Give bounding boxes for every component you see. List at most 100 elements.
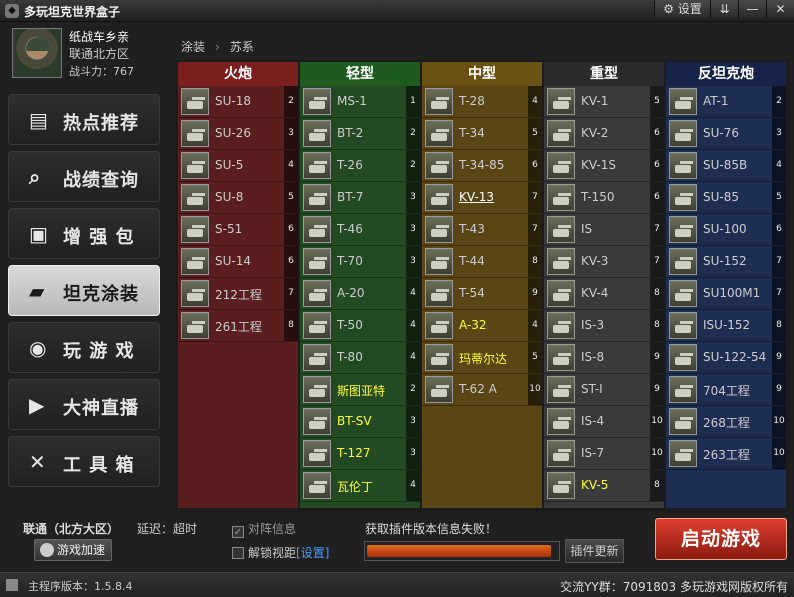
tank-thumbnail-icon bbox=[425, 312, 453, 339]
tank-row[interactable]: A-20 4 bbox=[300, 278, 420, 310]
tank-tier-badge: 3 bbox=[284, 118, 298, 149]
tank-row[interactable]: KV-1S 6 bbox=[544, 150, 664, 182]
launch-game-button[interactable]: 启动游戏 bbox=[655, 518, 787, 560]
minimize-button[interactable]: — bbox=[738, 0, 766, 18]
checkbox-box[interactable] bbox=[232, 547, 244, 559]
tank-tier-badge: 4 bbox=[406, 310, 420, 341]
tank-row[interactable]: MS-1 1 bbox=[300, 86, 420, 118]
tank-row[interactable]: IS-4 10 bbox=[544, 406, 664, 438]
tank-row[interactable]: SU-5 4 bbox=[178, 150, 298, 182]
tank-row[interactable]: T-26 2 bbox=[300, 150, 420, 182]
tank-row[interactable]: ISU-152 8 bbox=[666, 310, 786, 342]
tank-name: SU-14 bbox=[215, 254, 251, 268]
plugin-update-button[interactable]: 插件更新 bbox=[565, 539, 624, 563]
tank-row[interactable]: SU-76 3 bbox=[666, 118, 786, 150]
tank-row[interactable]: SU-100 6 bbox=[666, 214, 786, 246]
tank-row[interactable]: 263工程 10 bbox=[666, 438, 786, 470]
tank-row[interactable]: IS-3 8 bbox=[544, 310, 664, 342]
nav-item-0[interactable]: ▤ 热点推荐 bbox=[8, 94, 160, 145]
tank-row[interactable]: T-127 3 bbox=[300, 438, 420, 470]
tank-row[interactable]: IS-7 10 bbox=[544, 438, 664, 470]
nav-item-2[interactable]: ▣ 增 强 包 bbox=[8, 208, 160, 259]
tank-tier-badge: 4 bbox=[406, 470, 420, 501]
tank-row[interactable]: T-50 4 bbox=[300, 310, 420, 342]
tank-row[interactable]: T-54 9 bbox=[422, 278, 542, 310]
avatar[interactable] bbox=[12, 28, 62, 78]
tank-row[interactable]: T-43 7 bbox=[422, 214, 542, 246]
tank-row[interactable]: 瓦伦丁 4 bbox=[300, 470, 420, 502]
tank-row[interactable]: AT-1 2 bbox=[666, 86, 786, 118]
tank-row[interactable]: BT-SV 3 bbox=[300, 406, 420, 438]
tank-tier-badge: 8 bbox=[650, 278, 664, 309]
tank-row[interactable]: T-70 3 bbox=[300, 246, 420, 278]
tank-name: 261工程 bbox=[215, 320, 262, 334]
tank-row[interactable]: T-28 4 bbox=[422, 86, 542, 118]
tank-row[interactable]: IS-8 9 bbox=[544, 342, 664, 374]
column-body: MS-1 1 BT-2 2 T-26 2 BT-7 3 T-46 3 T-70 3 A-20 4 T-50 4… bbox=[300, 86, 420, 508]
nav-item-4[interactable]: ◉ 玩 游 戏 bbox=[8, 322, 160, 373]
tank-row[interactable]: IS 7 bbox=[544, 214, 664, 246]
close-button[interactable]: ✕ bbox=[766, 0, 794, 18]
tank-row[interactable]: KV-1 5 bbox=[544, 86, 664, 118]
tank-row[interactable]: T-62 A 10 bbox=[422, 374, 542, 406]
tank-row[interactable]: T-34-85 6 bbox=[422, 150, 542, 182]
tank-row[interactable]: 704工程 9 bbox=[666, 374, 786, 406]
window-controls: ⚙ 设置 ⇊ — ✕ bbox=[654, 0, 794, 20]
tank-row[interactable]: T-80 4 bbox=[300, 342, 420, 374]
tank-row[interactable]: SU-85B 4 bbox=[666, 150, 786, 182]
search-icon: ⌕ bbox=[29, 165, 41, 189]
app-logo-icon: ◆ bbox=[5, 4, 19, 18]
settings-button[interactable]: ⚙ 设置 bbox=[654, 0, 710, 18]
tank-tier-badge: 7 bbox=[772, 246, 786, 277]
tank-row[interactable]: KV-13 7 bbox=[422, 182, 542, 214]
nav-item-6[interactable]: ✕ 工 具 箱 bbox=[8, 436, 160, 487]
nav-item-3[interactable]: ▰ 坦克涂装 bbox=[8, 265, 160, 316]
tank-row[interactable]: SU-152 7 bbox=[666, 246, 786, 278]
tank-row[interactable]: BT-7 3 bbox=[300, 182, 420, 214]
footer-text: 交流YY群：7091803 多玩游戏网版权所有 bbox=[560, 580, 788, 594]
game-accelerate-button[interactable]: 游戏加速 bbox=[34, 539, 112, 561]
tank-row[interactable]: ST-I 9 bbox=[544, 374, 664, 406]
match-info-checkbox[interactable]: 对阵信息 bbox=[232, 520, 296, 538]
tank-name: SU-85B bbox=[703, 158, 748, 172]
tank-row[interactable]: S-51 6 bbox=[178, 214, 298, 246]
tank-row[interactable]: KV-2 6 bbox=[544, 118, 664, 150]
bottom-bar: 联通（北方大区） 延迟：超时 游戏加速 对阵信息 解锁视距[设置] 获取插件版本… bbox=[0, 512, 794, 572]
tank-row[interactable]: SU-8 5 bbox=[178, 182, 298, 214]
tank-row[interactable]: 212工程 7 bbox=[178, 278, 298, 310]
nav-item-5[interactable]: ▶ 大神直播 bbox=[8, 379, 160, 430]
tank-row[interactable]: T-34 5 bbox=[422, 118, 542, 150]
tank-row[interactable]: A-32 4 bbox=[422, 310, 542, 342]
tank-name: BT-7 bbox=[337, 190, 364, 204]
title-bar: ◆ 多玩坦克世界盒子 ⚙ 设置 ⇊ — ✕ bbox=[0, 0, 794, 22]
unlock-view-settings-link[interactable]: [设置] bbox=[296, 546, 329, 560]
tank-name: IS-7 bbox=[581, 446, 605, 460]
tank-thumbnail-icon bbox=[547, 88, 575, 115]
tank-row[interactable]: SU-26 3 bbox=[178, 118, 298, 150]
checkbox-box[interactable] bbox=[232, 526, 244, 538]
tank-row[interactable]: SU-85 5 bbox=[666, 182, 786, 214]
breadcrumb-root[interactable]: 涂装 bbox=[181, 40, 205, 54]
tank-row[interactable]: KV-3 7 bbox=[544, 246, 664, 278]
tank-thumbnail-icon bbox=[547, 216, 575, 243]
tank-name: SU-122-54 bbox=[703, 350, 767, 364]
tank-row[interactable]: T-46 3 bbox=[300, 214, 420, 246]
nav-item-1[interactable]: ⌕ 战绩查询 bbox=[8, 151, 160, 202]
tank-row[interactable]: KV-5 8 bbox=[544, 470, 664, 502]
tank-row[interactable]: 261工程 8 bbox=[178, 310, 298, 342]
tank-tier-badge: 9 bbox=[650, 374, 664, 405]
tank-row[interactable]: SU100M1 7 bbox=[666, 278, 786, 310]
tank-row[interactable]: SU-122-54 9 bbox=[666, 342, 786, 374]
unlock-view-checkbox[interactable]: 解锁视距[设置] bbox=[232, 544, 329, 561]
tank-tier-badge: 5 bbox=[772, 182, 786, 213]
tank-row[interactable]: SU-14 6 bbox=[178, 246, 298, 278]
tank-row[interactable]: 斯图亚特 2 bbox=[300, 374, 420, 406]
tank-row[interactable]: 玛蒂尔达 5 bbox=[422, 342, 542, 374]
tank-row[interactable]: BT-2 2 bbox=[300, 118, 420, 150]
tank-row[interactable]: T-150 6 bbox=[544, 182, 664, 214]
tank-row[interactable]: 268工程 10 bbox=[666, 406, 786, 438]
tank-row[interactable]: SU-18 2 bbox=[178, 86, 298, 118]
tank-row[interactable]: T-44 8 bbox=[422, 246, 542, 278]
menu-button[interactable]: ⇊ bbox=[710, 0, 738, 18]
tank-row[interactable]: KV-4 8 bbox=[544, 278, 664, 310]
